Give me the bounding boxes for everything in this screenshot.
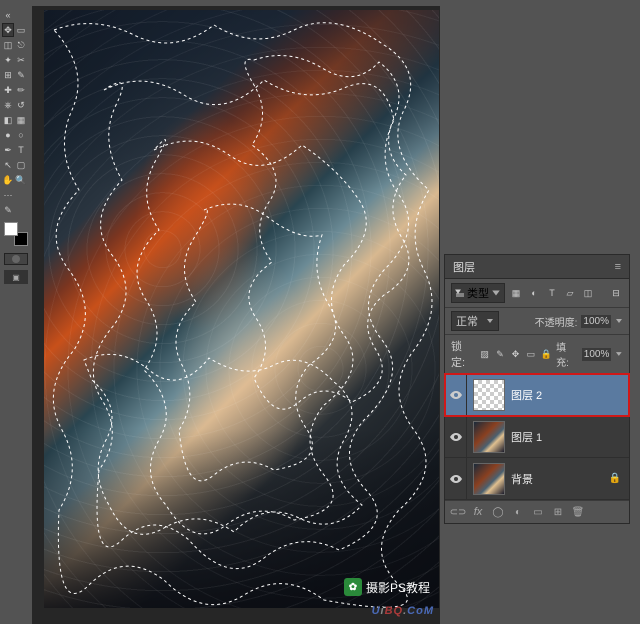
mask-icon[interactable]: ◯ [491,505,505,519]
watermark-wechat: ✿ 摄影PS教程 [344,578,430,596]
visibility-toggle[interactable] [445,458,467,499]
layer-row[interactable]: 图层 2 [445,374,629,416]
opacity-label: 不透明度: [535,314,578,329]
layers-panel-title: 图层 [453,259,475,275]
link-layers-icon[interactable]: ⊂⊃ [451,505,465,519]
layer-name[interactable]: 图层 1 [511,429,542,445]
hand-tool[interactable]: ✋ [2,173,14,187]
lock-position-icon[interactable]: ✥ [510,348,521,360]
lock-transparent-icon[interactable]: ▨ [479,348,490,360]
artboard-tool[interactable]: ▭ [15,23,27,37]
layer-name[interactable]: 图层 2 [511,387,542,403]
type-tool[interactable]: T [15,143,27,157]
fill-value[interactable]: 100% [582,348,612,361]
stamp-tool[interactable]: ⎈ [2,98,14,112]
panel-menu-icon[interactable]: ≡ [615,261,621,273]
lasso-tool[interactable]: ⎋ [15,38,27,52]
visibility-toggle[interactable] [445,416,467,457]
filter-toggle-switch[interactable]: ⊟ [609,286,623,300]
filter-type-label: 类型 [467,285,489,301]
marquee-tool[interactable]: ◫ [2,38,14,52]
layer-thumbnail[interactable] [473,421,505,453]
gradient-tool[interactable]: ▦ [15,113,27,127]
brush-tool[interactable]: ✏ [15,83,27,97]
filter-type-icon[interactable]: T [545,286,559,300]
shape-tool[interactable]: ▢ [15,158,27,172]
move-tool[interactable]: ✥ [2,23,14,37]
adjustment-icon[interactable]: ◐ [511,505,525,519]
filter-adjust-icon[interactable]: ◐ [527,286,541,300]
frame-tool[interactable]: ⊞ [2,68,14,82]
layer-list: 图层 2 图层 1 背景 🔒 [445,374,629,500]
eraser-tool[interactable]: ◧ [2,113,14,127]
layers-panel-header: 图层 ≡ [445,255,629,279]
watermark-text: 摄影PS教程 [366,579,430,596]
lock-pixels-icon[interactable]: ✎ [494,348,505,360]
zoom-tool[interactable]: 🔍 [15,173,27,187]
filter-smart-icon[interactable]: ◫ [581,286,595,300]
blur-tool[interactable]: ● [2,128,14,142]
group-icon[interactable]: ▭ [531,505,545,519]
pen-tool[interactable]: ✒ [2,143,14,157]
history-brush-tool[interactable]: ↺ [15,98,27,112]
filter-pixel-icon[interactable]: ▦ [509,286,523,300]
dodge-tool[interactable]: ○ [15,128,27,142]
visibility-toggle[interactable] [445,374,467,415]
fill-dropdown-icon[interactable] [615,350,623,358]
watermark-site: UiBQ.CoM [372,597,434,620]
quick-mask-toggle[interactable] [4,253,28,265]
layer-thumbnail[interactable] [473,379,505,411]
blend-mode-row: 正常 不透明度: 100% [445,308,629,335]
layers-panel: 图层 ≡ 类型 ▦ ◐ T ▱ ◫ ⊟ 正常 不透明度: 100% 锁定: ▨ … [444,254,630,524]
path-tool[interactable]: ↖ [2,158,14,172]
opacity-value[interactable]: 100% [581,315,611,328]
blend-mode-value: 正常 [456,313,478,329]
lock-all-icon[interactable]: 🔒 [541,348,552,360]
lock-icon: 🔒 [609,473,621,484]
filter-shape-icon[interactable]: ▱ [563,286,577,300]
heal-tool[interactable]: ✚ [2,83,14,97]
blend-mode-dropdown[interactable]: 正常 [451,311,499,331]
opacity-dropdown-icon[interactable] [615,317,623,325]
selection-marquee [44,10,439,608]
collapse-icon[interactable]: « [2,8,14,22]
lock-label: 锁定: [451,338,475,370]
fx-icon[interactable]: fx [471,505,485,519]
wechat-icon: ✿ [344,578,362,596]
tools-panel: « ✥ ▭ ◫ ⎋ ✦ ✂ ⊞ ✎ ✚ ✏ ⎈ ↺ ◧ ▦ ● ○ ✒ T ↖ … [0,6,30,288]
filter-type-dropdown[interactable]: 类型 [451,283,505,303]
document-canvas[interactable] [44,10,439,608]
foreground-color[interactable] [4,222,18,236]
layer-row[interactable]: 图层 1 [445,416,629,458]
more-tools[interactable]: ⋯ [2,188,14,202]
layers-panel-footer: ⊂⊃ fx ◯ ◐ ▭ ⊞ 🗑 [445,500,629,523]
screen-mode-button[interactable]: ▣ [4,270,28,284]
trash-icon[interactable]: 🗑 [571,505,585,519]
wand-tool[interactable]: ✦ [2,53,14,67]
lock-artboard-icon[interactable]: ▭ [525,348,536,360]
layer-thumbnail[interactable] [473,463,505,495]
layer-filter-row: 类型 ▦ ◐ T ▱ ◫ ⊟ [445,279,629,308]
color-swatches[interactable] [4,222,28,246]
canvas-area [32,6,440,624]
eyedropper-tool[interactable]: ✎ [15,68,27,82]
layer-row[interactable]: 背景 🔒 [445,458,629,500]
layer-name[interactable]: 背景 [511,471,533,487]
lock-row: 锁定: ▨ ✎ ✥ ▭ 🔒 填充: 100% [445,335,629,374]
crop-tool[interactable]: ✂ [15,53,27,67]
new-layer-icon[interactable]: ⊞ [551,505,565,519]
fill-label: 填充: [556,339,578,369]
edit-toolbar[interactable]: ✎ [2,203,14,217]
